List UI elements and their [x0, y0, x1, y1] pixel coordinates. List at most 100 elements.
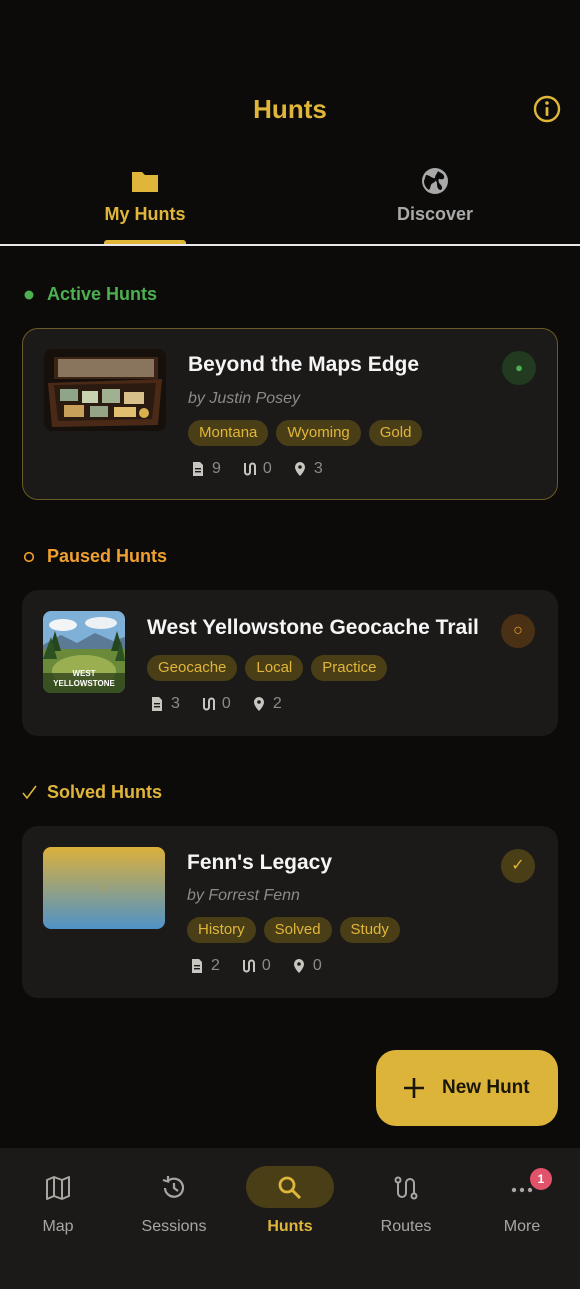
nav-icon-wrap — [134, 1166, 214, 1208]
tag-chip: Gold — [368, 420, 423, 446]
globe-icon — [420, 166, 450, 196]
pin-icon — [293, 959, 304, 973]
tag-chip: Wyoming — [276, 420, 361, 446]
route-icon — [202, 697, 215, 711]
circle-outline-icon — [22, 548, 38, 564]
route-icon — [393, 1175, 419, 1201]
hunt-author: by Justin Posey — [188, 390, 301, 407]
document-icon — [152, 697, 162, 711]
nav-item-sessions[interactable]: Sessions — [116, 1148, 232, 1258]
locations-count: 2 — [272, 695, 282, 712]
tag-list: History Solved Study — [187, 917, 400, 943]
nav-label: Hunts — [267, 1218, 313, 1235]
nav-item-routes[interactable]: Routes — [348, 1148, 464, 1258]
app-header: Hunts — [0, 0, 580, 150]
hunt-thumbnail: WEST YELLOWSTONE — [43, 611, 125, 693]
document-icon — [193, 462, 203, 476]
tag-chip: Study — [339, 917, 400, 943]
route-icon — [242, 959, 255, 973]
status-badge[interactable]: ● — [502, 351, 536, 385]
hunt-stats: 3 0 2 — [149, 694, 282, 714]
section-label: Paused Hunts — [47, 546, 168, 566]
routes-stat: 0 — [241, 460, 272, 478]
section-label: Active Hunts — [47, 284, 158, 304]
hunt-stats: 9 0 3 — [190, 459, 323, 479]
nav-item-hunts[interactable]: Hunts — [232, 1148, 348, 1258]
check-icon — [22, 784, 38, 800]
hunt-author: by Forrest Fenn — [187, 887, 300, 904]
hunt-stats: 2 0 0 — [189, 956, 322, 976]
status-badge[interactable]: ○ — [501, 614, 535, 648]
route-icon — [243, 462, 256, 476]
tag-chip: Local — [245, 655, 304, 681]
tab-label: My Hunts — [104, 204, 186, 224]
status-badge[interactable]: ✓ — [501, 849, 535, 883]
tab-discover[interactable]: Discover — [290, 150, 580, 244]
hunt-card[interactable]: Fenn's Legacy by Forrest Fenn History So… — [22, 826, 558, 998]
documents-stat: 2 — [189, 957, 220, 975]
locations-stat: 0 — [291, 957, 322, 975]
tab-my-hunts[interactable]: My Hunts — [0, 150, 290, 244]
tag-chip: Solved — [263, 917, 332, 943]
pin-icon — [253, 697, 264, 711]
map-icon — [45, 1175, 71, 1201]
info-icon[interactable] — [532, 94, 562, 124]
hunt-title: West Yellowstone Geocache Trail — [147, 616, 479, 639]
folder-icon — [130, 166, 160, 196]
tab-bar: My Hunts Discover — [0, 150, 580, 246]
nav-icon-wrap — [18, 1166, 98, 1208]
tag-chip: Montana — [188, 420, 269, 446]
plus-icon — [402, 1076, 426, 1100]
hunt-card[interactable]: WEST YELLOWSTONE West Yellowstone Geocac… — [22, 590, 558, 736]
page-title: Hunts — [253, 94, 327, 124]
bottom-nav: Map Sessions Hunts Routes 1 More — [0, 1148, 580, 1289]
thumb-text: YELLOWSTONE — [53, 679, 115, 688]
hunt-card[interactable]: Beyond the Maps Edge by Justin Posey Mon… — [22, 328, 558, 500]
tab-indicator — [104, 240, 186, 244]
section-header-paused: Paused Hunts — [22, 544, 222, 572]
nav-item-more[interactable]: 1 More — [464, 1148, 580, 1258]
locations-stat: 3 — [292, 460, 323, 478]
section-header-active: Active Hunts — [22, 282, 222, 310]
new-hunt-button[interactable]: New Hunt — [376, 1050, 558, 1126]
section-header-solved: Solved Hunts — [22, 780, 222, 808]
locations-count: 3 — [313, 460, 323, 477]
locations-count: 0 — [312, 957, 322, 974]
thumb-text: WEST — [72, 669, 95, 678]
routes-count: 0 — [221, 695, 231, 712]
history-icon — [161, 1175, 187, 1201]
tag-list: Montana Wyoming Gold — [188, 420, 423, 446]
tag-list: Geocache Local Practice — [147, 655, 388, 681]
notification-badge: 1 — [530, 1168, 552, 1190]
hunt-title: Beyond the Maps Edge — [188, 353, 420, 376]
tag-chip: Geocache — [147, 655, 238, 681]
routes-count: 0 — [261, 957, 271, 974]
section-label: Solved Hunts — [47, 782, 163, 802]
hunt-thumbnail — [43, 847, 165, 929]
documents-count: 9 — [212, 460, 221, 477]
tag-chip: Practice — [311, 655, 388, 681]
documents-count: 2 — [211, 957, 220, 974]
tab-label: Discover — [396, 204, 474, 224]
search-icon — [277, 1175, 303, 1201]
nav-icon-wrap — [246, 1166, 334, 1208]
documents-stat: 3 — [149, 695, 180, 713]
routes-stat: 0 — [240, 957, 271, 975]
hunt-title: Fenn's Legacy — [187, 851, 333, 874]
nav-item-map[interactable]: Map — [0, 1148, 116, 1258]
nav-label: Sessions — [141, 1218, 207, 1235]
locations-stat: 2 — [251, 695, 282, 713]
nav-icon-wrap — [366, 1166, 446, 1208]
nav-label: Map — [42, 1218, 74, 1235]
tag-chip: History — [187, 917, 256, 943]
pin-icon — [294, 462, 305, 476]
dot-icon — [22, 286, 38, 302]
routes-count: 0 — [262, 460, 272, 477]
nav-label: More — [503, 1218, 541, 1235]
documents-count: 3 — [171, 695, 180, 712]
documents-stat: 9 — [190, 460, 221, 478]
nav-label: Routes — [380, 1218, 432, 1235]
routes-stat: 0 — [200, 695, 231, 713]
hunt-thumbnail — [44, 349, 166, 431]
document-icon — [192, 959, 202, 973]
